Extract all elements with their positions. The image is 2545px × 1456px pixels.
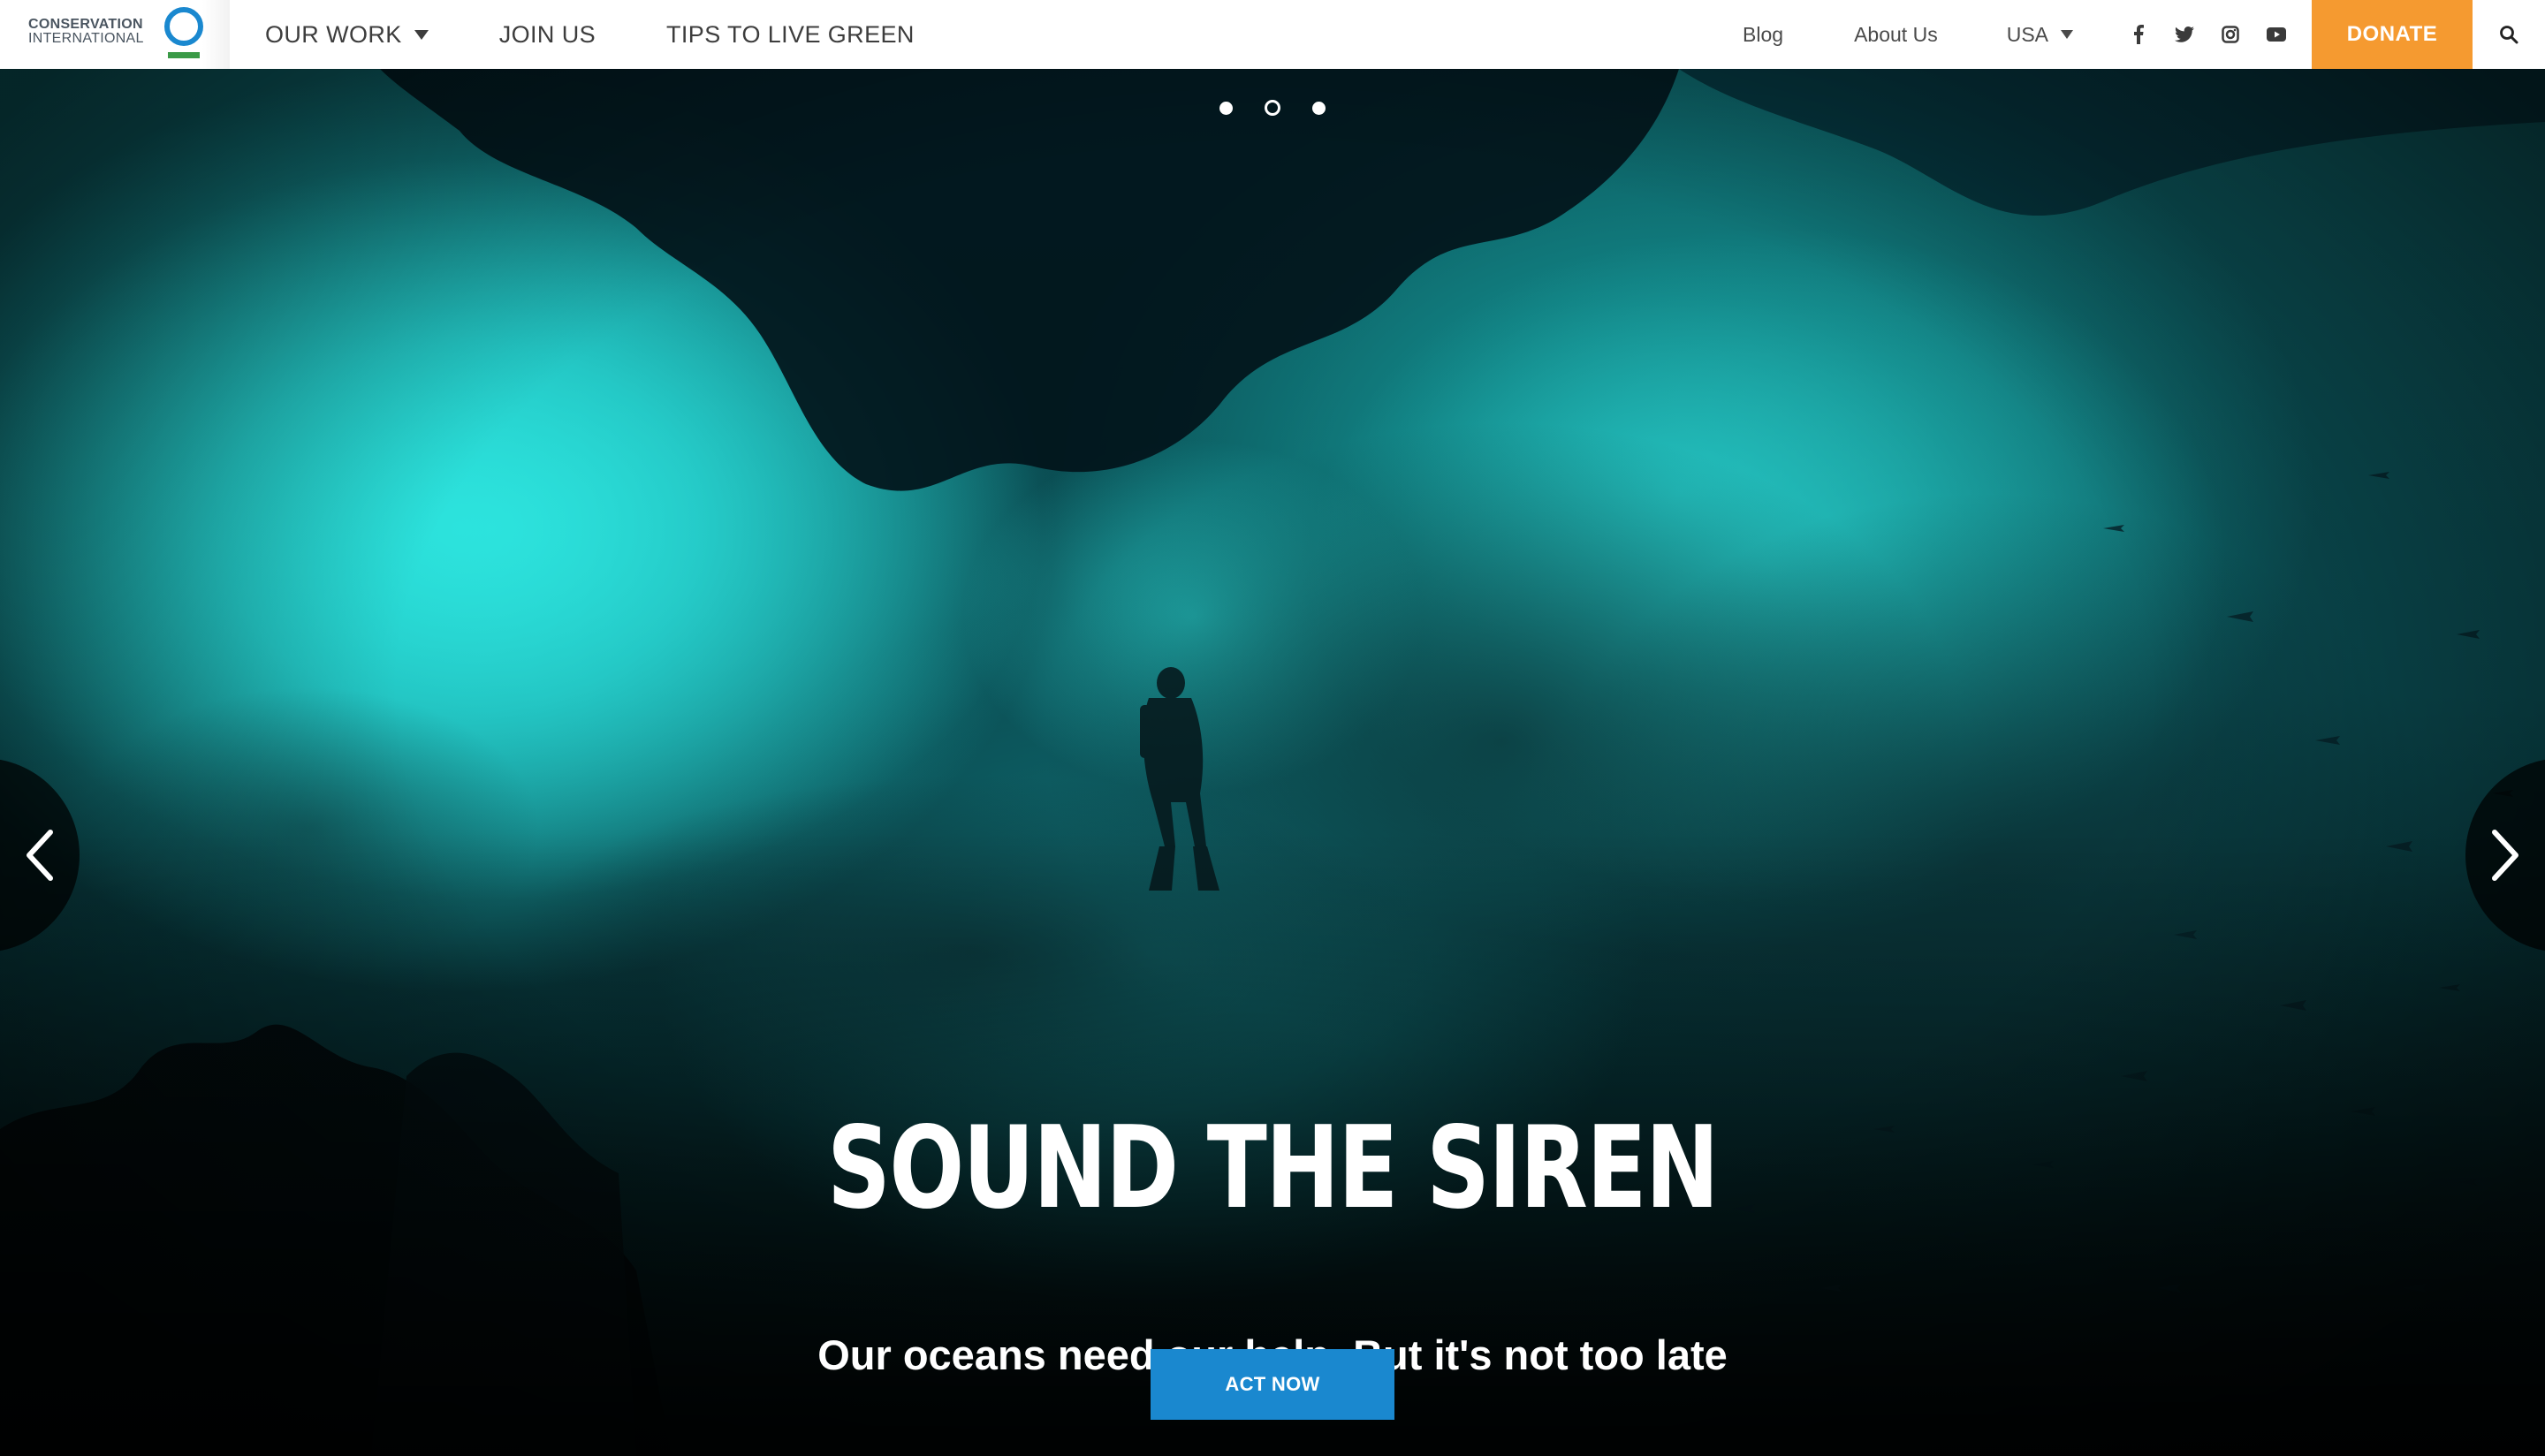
nav-item-our-work[interactable]: OUR WORK xyxy=(265,21,429,49)
primary-nav: OUR WORK JOIN US TIPS TO LIVE GREEN xyxy=(265,0,985,69)
top-navigation-bar: CONSERVATION INTERNATIONAL OUR WORK JOIN… xyxy=(0,0,2545,69)
country-label: USA xyxy=(2006,22,2048,46)
nav-item-join-us[interactable]: JOIN US xyxy=(499,21,596,49)
country-selector[interactable]: USA xyxy=(2007,23,2073,47)
brand-name-line1: CONSERVATION xyxy=(28,17,143,32)
brand-wordmark: CONSERVATION INTERNATIONAL xyxy=(28,18,144,46)
nav-item-label: OUR WORK xyxy=(265,20,402,48)
twitter-icon[interactable] xyxy=(2174,24,2195,45)
act-now-button[interactable]: ACT NOW xyxy=(1151,1349,1394,1420)
facebook-icon[interactable] xyxy=(2128,24,2149,45)
blog-link[interactable]: Blog xyxy=(1743,23,1783,47)
donate-button[interactable]: DONATE xyxy=(2312,0,2473,69)
caret-down-icon xyxy=(414,29,429,40)
search-icon xyxy=(2500,26,2518,44)
about-us-link[interactable]: About Us xyxy=(1854,23,1938,47)
social-links xyxy=(2128,24,2287,45)
hero-title: SOUND THE SIREN xyxy=(827,1103,1720,1234)
nav-item-label: TIPS TO LIVE GREEN xyxy=(666,20,915,48)
donate-label: DONATE xyxy=(2346,22,2438,46)
chevron-left-icon xyxy=(27,830,53,881)
nav-item-tips-to-live-green[interactable]: TIPS TO LIVE GREEN xyxy=(666,21,915,49)
secondary-nav: Blog About Us USA DONATE xyxy=(1743,0,2545,69)
hero-background-image xyxy=(0,69,2545,1456)
instagram-icon[interactable] xyxy=(2220,24,2241,45)
chevron-right-icon xyxy=(2492,830,2518,881)
act-now-label: ACT NOW xyxy=(1225,1373,1320,1395)
carousel-dot-2-active[interactable] xyxy=(1265,100,1280,116)
hero-carousel: SOUND THE SIREN Our oceans need our help… xyxy=(0,69,2545,1456)
brand-logo[interactable]: CONSERVATION INTERNATIONAL xyxy=(0,0,230,69)
carousel-dot-1[interactable] xyxy=(1219,101,1233,115)
carousel-pagination xyxy=(1219,97,1326,118)
youtube-icon[interactable] xyxy=(2266,24,2287,45)
carousel-dot-3[interactable] xyxy=(1312,101,1326,115)
brand-ring-icon xyxy=(164,7,203,58)
search-button[interactable] xyxy=(2473,0,2545,69)
brand-name-line2: INTERNATIONAL xyxy=(28,31,144,46)
nav-item-label: JOIN US xyxy=(498,20,596,48)
caret-down-icon xyxy=(2061,30,2073,39)
